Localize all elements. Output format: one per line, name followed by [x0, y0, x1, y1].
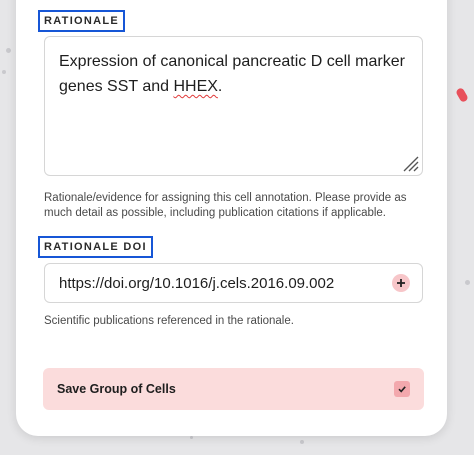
rationale-section-label: RATIONALE: [38, 10, 126, 32]
resize-grip-icon[interactable]: [401, 154, 419, 172]
background-speck: [300, 440, 304, 444]
background-speck: [465, 280, 470, 285]
save-group-of-cells-button[interactable]: Save Group of Cells: [43, 368, 424, 410]
rationale-doi-section-label: RATIONALE DOI: [38, 236, 153, 258]
save-button-label: Save Group of Cells: [57, 382, 176, 396]
background-speck: [2, 70, 6, 74]
rationale-spellcheck-word: HHEX: [173, 78, 218, 95]
background-accent-shape: [455, 86, 469, 104]
rationale-doi-field[interactable]: https://doi.org/10.1016/j.cels.2016.09.0…: [44, 263, 423, 303]
background-speck: [190, 436, 193, 439]
rationale-textarea[interactable]: Expression of canonical pancreatic D cel…: [44, 36, 423, 176]
rationale-text-end: .: [217, 78, 223, 95]
plus-circle-icon[interactable]: [392, 274, 410, 292]
check-icon: [394, 381, 410, 397]
background-speck: [6, 48, 11, 53]
rationale-doi-value: https://doi.org/10.1016/j.cels.2016.09.0…: [59, 274, 335, 292]
rationale-doi-helper-text: Scientific publications referenced in th…: [44, 315, 294, 327]
rationale-text: Expression of canonical pancreatic D cel…: [59, 53, 405, 95]
rationale-helper-text: Rationale/evidence for assigning this ce…: [44, 192, 407, 219]
